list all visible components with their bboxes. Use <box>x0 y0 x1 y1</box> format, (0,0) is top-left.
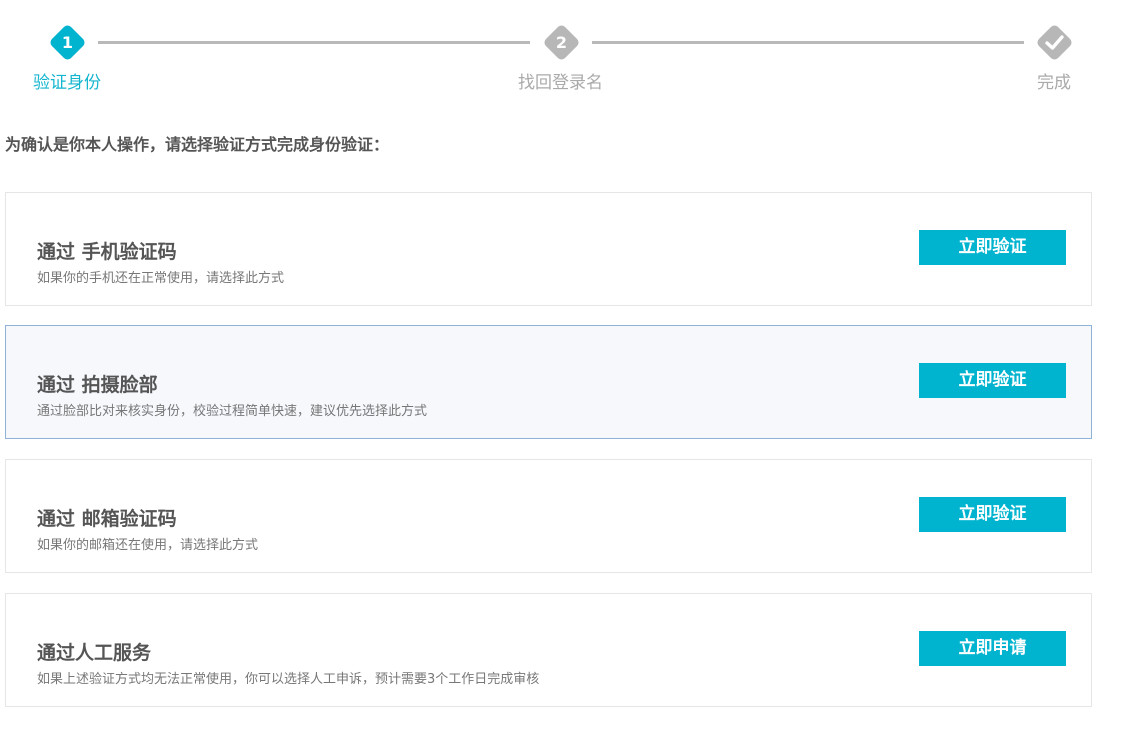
method-title: 通过 邮箱验证码 <box>37 508 177 530</box>
method-card-manual: 通过人工服务 如果上述验证方式均无法正常使用，你可以选择人工申诉，预计需要3个工… <box>5 593 1092 707</box>
apply-manual-button[interactable]: 立即申请 <box>919 631 1066 666</box>
verify-face-button[interactable]: 立即验证 <box>919 363 1066 398</box>
step-2-number: 2 <box>555 33 568 52</box>
step-1-marker: 1 <box>48 23 87 62</box>
method-description: 通过脸部比对来核实身份，校验过程简单快速，建议优先选择此方式 <box>37 404 428 419</box>
step-2-marker: 2 <box>542 23 581 62</box>
step-1-number: 1 <box>61 33 74 52</box>
step-connector-1 <box>98 41 530 44</box>
step-2-label: 找回登录名 <box>518 73 603 93</box>
verify-email-button[interactable]: 立即验证 <box>919 497 1066 532</box>
method-card-face: 通过 拍摄脸部 通过脸部比对来核实身份，校验过程简单快速，建议优先选择此方式 立… <box>5 325 1092 439</box>
verify-phone-button[interactable]: 立即验证 <box>919 230 1066 265</box>
progress-stepper: 1 2 验证身份 找回登录名 完成 <box>0 0 1140 100</box>
step-3-marker <box>1035 23 1074 62</box>
step-connector-2 <box>592 41 1024 44</box>
method-title: 通过人工服务 <box>37 642 152 664</box>
method-description: 如果上述验证方式均无法正常使用，你可以选择人工申诉，预计需要3个工作日完成审核 <box>37 672 540 687</box>
method-title: 通过 手机验证码 <box>37 241 177 263</box>
method-title: 通过 拍摄脸部 <box>37 374 158 396</box>
method-description: 如果你的手机还在正常使用，请选择此方式 <box>37 271 285 286</box>
intro-text: 为确认是你本人操作，请选择验证方式完成身份验证： <box>5 135 390 154</box>
step-3-label: 完成 <box>1037 73 1071 93</box>
checkmark-icon <box>1045 35 1064 50</box>
step-1-label: 验证身份 <box>33 73 101 93</box>
method-description: 如果你的邮箱还在使用，请选择此方式 <box>37 538 259 553</box>
method-card-email: 通过 邮箱验证码 如果你的邮箱还在使用，请选择此方式 立即验证 <box>5 459 1092 573</box>
method-card-phone: 通过 手机验证码 如果你的手机还在正常使用，请选择此方式 立即验证 <box>5 192 1092 306</box>
